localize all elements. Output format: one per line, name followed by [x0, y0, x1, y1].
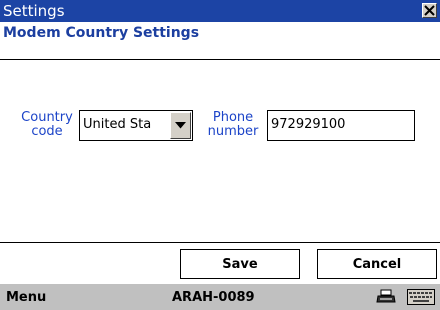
close-button[interactable] [422, 3, 437, 18]
device-name: ARAH-0089 [172, 290, 255, 305]
country-code-value: United Sta [83, 117, 152, 132]
country-code-label-line2: code [31, 124, 63, 139]
title-bar: Settings [0, 0, 440, 22]
cancel-button[interactable]: Cancel [317, 249, 437, 279]
country-code-label-line1: Country [21, 110, 73, 125]
page-header: Modem Country Settings [0, 22, 440, 62]
save-button[interactable]: Save [180, 249, 300, 279]
page-subtitle: Modem Country Settings [3, 25, 200, 41]
keyboard-icon[interactable] [407, 289, 435, 305]
printer-icon[interactable] [376, 289, 396, 304]
country-code-label: Country code [16, 111, 78, 139]
header-divider [0, 59, 440, 60]
window-title: Settings [3, 2, 65, 20]
country-code-select[interactable]: United Sta [79, 110, 193, 141]
button-bar-divider [0, 242, 440, 243]
menu-bar: Menu ARAH-0089 [0, 284, 440, 310]
chevron-down-icon [175, 122, 186, 129]
phone-number-label-line2: number [207, 124, 259, 139]
menu-button[interactable]: Menu [6, 290, 46, 305]
close-icon [424, 5, 435, 16]
phone-number-label: Phone number [202, 111, 264, 139]
phone-number-label-line1: Phone [212, 110, 254, 125]
phone-number-value: 972929100 [271, 117, 346, 132]
phone-number-field[interactable]: 972929100 [267, 110, 415, 141]
country-code-dropdown-button[interactable] [170, 112, 191, 139]
